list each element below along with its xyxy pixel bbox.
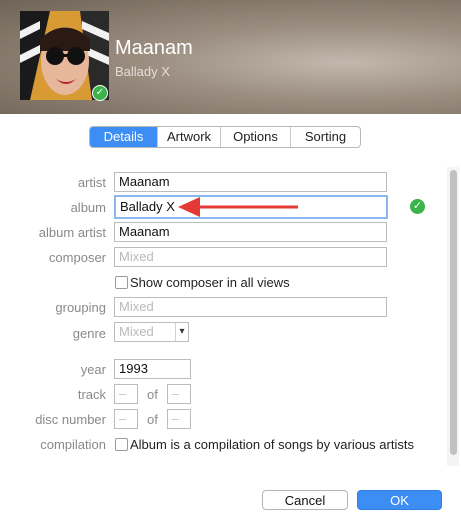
disc-number-label: disc number [35, 412, 106, 427]
album-artist-field[interactable]: Maanam [114, 222, 387, 242]
disc-total-field[interactable]: – [167, 409, 191, 429]
tab-sorting[interactable]: Sorting [290, 127, 360, 147]
album-subtitle: Ballady X [115, 64, 170, 79]
compilation-checkbox[interactable] [115, 438, 128, 451]
tab-options[interactable]: Options [220, 127, 290, 147]
tab-artwork[interactable]: Artwork [157, 127, 220, 147]
year-field[interactable]: 1993 [114, 359, 191, 379]
track-label: track [77, 387, 106, 402]
composer-field[interactable]: Mixed [114, 247, 387, 267]
show-composer-label: Show composer in all views [130, 275, 290, 290]
album-header: ✓ Maanam Ballady X [0, 0, 461, 114]
ok-button[interactable]: OK [357, 490, 442, 510]
compilation-checkbox-label: Album is a compilation of songs by vario… [130, 437, 414, 452]
artist-field[interactable]: Maanam [114, 172, 387, 192]
compilation-label: compilation [40, 437, 106, 452]
album-label: album [70, 200, 106, 215]
scrollbar-thumb[interactable] [450, 170, 457, 455]
disc-of-label: of [147, 412, 158, 427]
track-of-label: of [147, 387, 158, 402]
genre-dropdown-chevron-icon[interactable]: ▾ [175, 322, 189, 342]
grouping-label: grouping [55, 300, 106, 315]
composer-label: composer [48, 250, 106, 265]
artist-label: artist [77, 175, 106, 190]
red-arrow-annotation [178, 197, 298, 217]
grouping-field[interactable]: Mixed [114, 297, 387, 317]
genre-label: genre [72, 326, 106, 341]
disc-number-field[interactable]: – [114, 409, 138, 429]
album-title: Maanam [115, 37, 193, 59]
show-composer-checkbox[interactable] [115, 276, 128, 289]
track-number-field[interactable]: – [114, 384, 138, 404]
genre-field[interactable]: Mixed [114, 322, 176, 342]
artwork-check-icon: ✓ [92, 85, 108, 101]
album-artist-label: album artist [38, 225, 106, 240]
track-total-field[interactable]: – [167, 384, 191, 404]
year-label: year [80, 362, 106, 377]
tab-bar: Details Artwork Options Sorting [89, 126, 361, 148]
cancel-button[interactable]: Cancel [262, 490, 348, 510]
tab-details[interactable]: Details [90, 127, 157, 147]
album-check-icon: ✓ [410, 199, 425, 214]
